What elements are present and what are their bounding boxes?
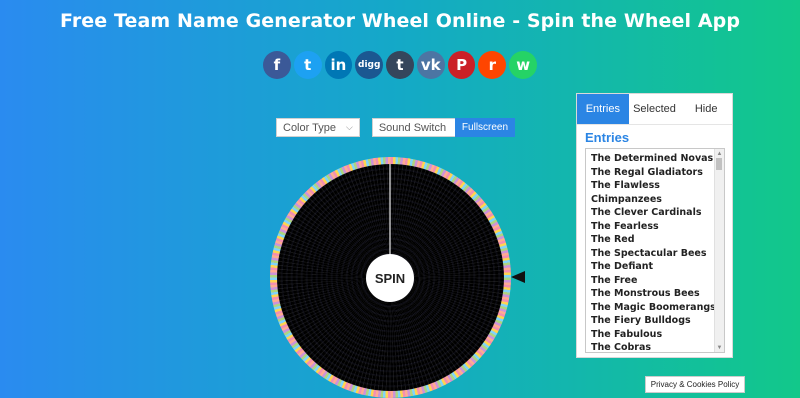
list-item[interactable]: The Free [591,274,724,288]
vk-icon[interactable]: vk [416,51,445,79]
linkedin-icon[interactable]: in [324,51,353,79]
wheel-controls: Color Type ⌵ Sound Switch ⌵ [276,118,470,137]
entries-items: The Determined Novas The Regal Gladiators… [586,149,724,352]
list-item[interactable]: The Monstrous Bees [591,287,724,301]
digg-icon[interactable]: digg [355,51,384,79]
scroll-thumb[interactable] [716,158,722,170]
tumblr-icon[interactable]: t [386,51,414,79]
list-item[interactable]: The Magic Boomerangs [591,301,724,315]
whatsapp-icon[interactable]: w [509,51,538,79]
list-item[interactable]: The Determined Novas [591,152,724,166]
list-item[interactable]: The Cobras [591,341,724,352]
list-item[interactable]: The Red [591,233,724,247]
twitter-icon[interactable]: t [293,51,322,79]
tab-selected[interactable]: Selected [629,94,681,124]
wheel-pointer-icon [511,271,525,283]
tab-entries[interactable]: Entries [577,94,629,124]
facebook-icon[interactable]: f [263,51,291,79]
list-item[interactable]: The Fiery Bulldogs [591,314,724,328]
entries-heading: Entries [585,130,630,145]
reddit-icon[interactable]: r [478,51,507,79]
privacy-cookies-link[interactable]: Privacy & Cookies Policy [645,376,745,393]
spin-button[interactable]: SPIN [366,254,414,302]
sound-switch-label: Sound Switch [378,121,447,134]
list-item[interactable]: Chimpanzees [591,193,724,207]
scroll-up-icon[interactable]: ▲ [715,149,724,158]
entries-panel: Entries Selected Hide Entries The Determ… [576,93,733,358]
list-item[interactable]: The Flawless [591,179,724,193]
color-type-label: Color Type [283,121,336,134]
entries-list[interactable]: The Determined Novas The Regal Gladiators… [585,148,725,353]
spin-wheel[interactable]: SPIN [270,157,511,398]
scrollbar[interactable]: ▲ ▼ [714,149,724,352]
list-item[interactable]: The Regal Gladiators [591,166,724,180]
list-item[interactable]: The Fearless [591,220,724,234]
list-item[interactable]: The Clever Cardinals [591,206,724,220]
list-item[interactable]: The Defiant [591,260,724,274]
panel-tabs: Entries Selected Hide [577,94,732,125]
color-type-select[interactable]: Color Type ⌵ [276,118,360,137]
page-title: Free Team Name Generator Wheel Online - … [59,10,741,32]
list-item[interactable]: The Spectacular Bees [591,247,724,261]
social-share-bar: f t in digg t vk P r w [263,51,538,79]
list-item[interactable]: The Fabulous [591,328,724,342]
chevron-down-icon: ⌵ [346,122,353,132]
pinterest-icon[interactable]: P [447,51,476,79]
tab-hide[interactable]: Hide [680,94,732,124]
scroll-down-icon[interactable]: ▼ [715,343,724,352]
fullscreen-button[interactable]: Fullscreen [455,118,515,137]
